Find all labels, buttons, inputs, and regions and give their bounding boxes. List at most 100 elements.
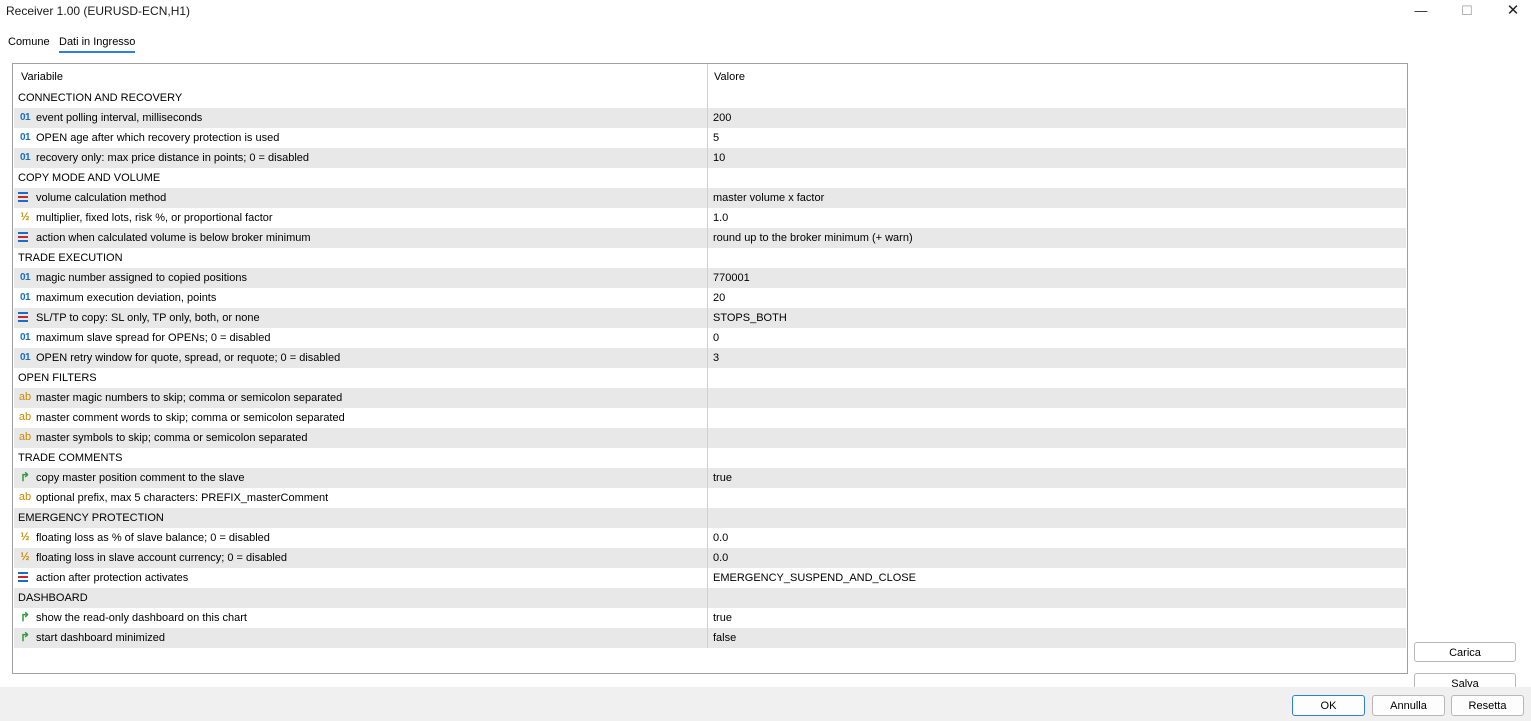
value-cell[interactable]: 0.0 [709, 528, 1406, 548]
enum-icon [18, 232, 28, 242]
parameter-value[interactable]: 20 [713, 292, 725, 304]
param-row[interactable]: action when calculated volume is below b… [14, 228, 1406, 248]
parameter-value[interactable]: master volume x factor [713, 192, 824, 204]
string-icon: ab [18, 431, 32, 443]
param-row[interactable]: 01 OPEN age after which recovery protecti… [14, 128, 1406, 148]
parameter-value[interactable]: STOPS_BOTH [713, 312, 787, 324]
ok-button[interactable]: OK [1292, 695, 1365, 716]
param-row[interactable]: ↱ show the read-only dashboard on this ch… [14, 608, 1406, 628]
value-cell[interactable]: 770001 [709, 268, 1406, 288]
param-row[interactable]: action after protection activates EMERGEN… [14, 568, 1406, 588]
param-row[interactable]: ab optional prefix, max 5 characters: PRE… [14, 488, 1406, 508]
group-label: OPEN FILTERS [18, 372, 97, 384]
value-cell[interactable] [709, 428, 1406, 448]
parameter-label: floating loss in slave account currency;… [36, 552, 288, 564]
parameter-value[interactable]: round up to the broker minimum (+ warn) [713, 232, 913, 244]
variable-cell: 01 maximum execution deviation, points [14, 288, 708, 308]
value-cell[interactable]: 5 [709, 128, 1406, 148]
load-button[interactable]: Carica [1414, 642, 1516, 662]
value-cell [709, 168, 1406, 188]
parameter-label: SL/TP to copy: SL only, TP only, both, o… [36, 312, 260, 324]
value-cell[interactable]: false [709, 628, 1406, 648]
parameter-value[interactable]: 1.0 [713, 212, 728, 224]
tab-common[interactable]: Comune [8, 36, 50, 48]
variable-cell: action after protection activates [14, 568, 708, 588]
value-cell[interactable]: STOPS_BOTH [709, 308, 1406, 328]
parameter-label: maximum slave spread for OPENs; 0 = disa… [36, 332, 271, 344]
param-row[interactable]: 01 maximum slave spread for OPENs; 0 = di… [14, 328, 1406, 348]
value-cell[interactable]: 20 [709, 288, 1406, 308]
value-cell[interactable] [709, 408, 1406, 428]
param-row[interactable]: ½ floating loss as % of slave balance; 0 … [14, 528, 1406, 548]
param-row[interactable]: SL/TP to copy: SL only, TP only, both, o… [14, 308, 1406, 328]
value-cell[interactable] [709, 488, 1406, 508]
param-row[interactable]: 01 recovery only: max price distance in p… [14, 148, 1406, 168]
variable-cell: ab optional prefix, max 5 characters: PRE… [14, 488, 708, 508]
parameter-value[interactable]: 3 [713, 352, 719, 364]
param-row[interactable]: 01 maximum execution deviation, points 20 [14, 288, 1406, 308]
group-row[interactable]: CONNECTION AND RECOVERY [14, 88, 1406, 108]
param-row[interactable]: ab master comment words to skip; comma or… [14, 408, 1406, 428]
reset-button[interactable]: Resetta [1451, 695, 1524, 716]
variable-cell: volume calculation method [14, 188, 708, 208]
variable-cell: COPY MODE AND VOLUME [14, 168, 708, 188]
value-cell[interactable]: 200 [709, 108, 1406, 128]
enum-icon [18, 572, 28, 582]
param-row[interactable]: 01 magic number assigned to copied positi… [14, 268, 1406, 288]
param-row[interactable]: 01 event polling interval, milliseconds 20… [14, 108, 1406, 128]
parameter-value[interactable]: 0.0 [713, 552, 728, 564]
group-row[interactable]: EMERGENCY PROTECTION [14, 508, 1406, 528]
cancel-button[interactable]: Annulla [1372, 695, 1445, 716]
maximize-icon[interactable]: ☐ [1444, 0, 1490, 22]
value-cell[interactable]: 0 [709, 328, 1406, 348]
param-row[interactable]: ab master symbols to skip; comma or semic… [14, 428, 1406, 448]
minimize-icon[interactable]: — [1398, 0, 1444, 22]
param-row[interactable]: volume calculation method master volume x… [14, 188, 1406, 208]
group-row[interactable]: COPY MODE AND VOLUME [14, 168, 1406, 188]
tab-inputs[interactable]: Dati in Ingresso [59, 36, 136, 53]
int-icon: 01 [19, 352, 31, 363]
value-cell[interactable]: 10 [709, 148, 1406, 168]
group-label: DASHBOARD [18, 592, 88, 604]
group-row[interactable]: TRADE EXECUTION [14, 248, 1406, 268]
parameter-label: multiplier, fixed lots, risk %, or propo… [36, 212, 273, 224]
value-cell[interactable]: round up to the broker minimum (+ warn) [709, 228, 1406, 248]
value-cell[interactable]: 3 [709, 348, 1406, 368]
value-cell[interactable]: 0.0 [709, 548, 1406, 568]
variable-cell: ½ floating loss in slave account currency… [14, 548, 708, 568]
param-row[interactable]: ½ multiplier, fixed lots, risk %, or prop… [14, 208, 1406, 228]
value-cell[interactable]: 1.0 [709, 208, 1406, 228]
parameter-value[interactable]: 10 [713, 152, 725, 164]
parameter-value[interactable]: 0.0 [713, 532, 728, 544]
param-row[interactable]: ↱ start dashboard minimized false [14, 628, 1406, 648]
group-row[interactable]: OPEN FILTERS [14, 368, 1406, 388]
value-cell[interactable]: EMERGENCY_SUSPEND_AND_CLOSE [709, 568, 1406, 588]
value-cell[interactable]: true [709, 468, 1406, 488]
value-cell[interactable]: master volume x factor [709, 188, 1406, 208]
parameter-label: master symbols to skip; comma or semicol… [36, 432, 308, 444]
parameter-value[interactable]: false [713, 632, 736, 644]
group-row[interactable]: TRADE COMMENTS [14, 448, 1406, 468]
bool-icon: ↱ [19, 470, 31, 484]
parameter-value[interactable]: 5 [713, 132, 719, 144]
parameter-value[interactable]: true [713, 612, 732, 624]
variable-cell: TRADE COMMENTS [14, 448, 708, 468]
group-label: TRADE EXECUTION [18, 252, 123, 264]
param-row[interactable]: 01 OPEN retry window for quote, spread, o… [14, 348, 1406, 368]
parameter-value[interactable]: 770001 [713, 272, 750, 284]
parameter-value[interactable]: 200 [713, 112, 731, 124]
variable-cell: 01 maximum slave spread for OPENs; 0 = di… [14, 328, 708, 348]
dialog-content: Comune Dati in Ingresso Variabile Valore… [0, 22, 1531, 693]
value-cell[interactable]: true [709, 608, 1406, 628]
param-row[interactable]: ½ floating loss in slave account currency… [14, 548, 1406, 568]
param-row[interactable]: ↱ copy master position comment to the sla… [14, 468, 1406, 488]
param-row[interactable]: ab master magic numbers to skip; comma or… [14, 388, 1406, 408]
parameter-value[interactable]: true [713, 472, 732, 484]
close-icon[interactable]: ✕ [1490, 0, 1531, 22]
parameter-value[interactable]: 0 [713, 332, 719, 344]
group-row[interactable]: DASHBOARD [14, 588, 1406, 608]
value-cell [709, 448, 1406, 468]
parameter-value[interactable]: EMERGENCY_SUSPEND_AND_CLOSE [713, 572, 916, 584]
value-cell[interactable] [709, 388, 1406, 408]
bool-icon: ↱ [19, 630, 31, 644]
